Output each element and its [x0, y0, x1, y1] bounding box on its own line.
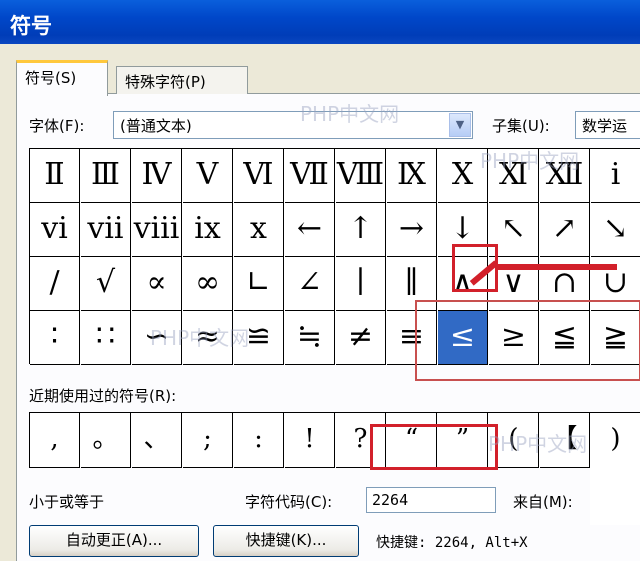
window-title-bar[interactable]: 符号 — [0, 0, 640, 44]
symbol-cell[interactable]: ∣ — [336, 257, 386, 311]
subset-dropdown[interactable]: 数学运 — [575, 111, 640, 139]
subset-dropdown-value: 数学运 — [582, 117, 628, 135]
watermark: PHP中文网 — [488, 432, 588, 456]
symbol-cell[interactable]: ∞ — [183, 257, 233, 311]
symbol-cell[interactable]: ⅶ — [81, 203, 131, 257]
tab-special-characters[interactable]: 特殊字符(P) — [116, 66, 248, 94]
from-label: 来自(M): — [513, 493, 573, 511]
recent-symbols-label: 近期使用过的符号(R): — [29, 387, 177, 405]
symbol-cell[interactable]: Ⅸ — [387, 149, 437, 203]
symbol-cell[interactable]: ⅰ — [591, 149, 640, 203]
font-dropdown-value: (普通文本) — [120, 117, 192, 135]
char-code-input[interactable]: 2264 — [366, 487, 496, 513]
recent-symbol-cell[interactable]: , — [30, 413, 80, 468]
symbol-cell[interactable]: Ⅴ — [183, 149, 233, 203]
symbol-cell[interactable]: √ — [81, 257, 131, 311]
symbol-cell[interactable]: ↗ — [540, 203, 590, 257]
font-dropdown[interactable]: (普通文本) ▼ — [113, 111, 473, 139]
symbol-cell[interactable]: Ⅶ — [285, 149, 335, 203]
symbol-cell[interactable]: ∝ — [132, 257, 182, 311]
symbol-cell[interactable]: ← — [285, 203, 335, 257]
symbol-cell[interactable]: ↑ — [336, 203, 386, 257]
watermark: PHP中文网 — [150, 326, 250, 350]
symbol-cell[interactable]: Ⅵ — [234, 149, 284, 203]
symbol-cell[interactable]: Ⅱ — [30, 149, 80, 203]
symbol-cell[interactable]: ∕ — [30, 257, 80, 311]
symbol-cell[interactable]: ↘ — [591, 203, 640, 257]
symbol-cell[interactable]: ⅹ — [234, 203, 284, 257]
annotation-box-quotes — [370, 424, 498, 470]
shortcut-info: 快捷键: 2264, Alt+X — [376, 535, 528, 551]
font-label: 字体(F): — [29, 117, 85, 135]
watermark: PHP中文网 — [480, 149, 580, 173]
annotation-arrow-line — [497, 264, 617, 270]
chevron-down-icon[interactable]: ▼ — [449, 113, 471, 137]
symbol-cell[interactable]: ∟ — [234, 257, 284, 311]
symbol-cell[interactable]: ≠ — [336, 311, 386, 365]
symbol-cell[interactable]: ∷ — [81, 311, 131, 365]
symbol-description: 小于或等于 — [29, 493, 105, 511]
shortcut-key-button[interactable]: 快捷键(K)... — [213, 525, 359, 557]
symbol-cell[interactable]: Ⅳ — [132, 149, 182, 203]
white-overlay — [590, 455, 640, 525]
subset-label: 子集(U): — [492, 117, 550, 135]
annotation-box-symbols — [415, 300, 640, 381]
symbol-cell[interactable]: ≒ — [285, 311, 335, 365]
symbol-cell[interactable]: ⅷ — [132, 203, 182, 257]
recent-symbol-cell[interactable]: ! — [285, 413, 335, 468]
symbol-cell[interactable]: Ⅲ — [81, 149, 131, 203]
window-title: 符号 — [10, 14, 52, 38]
symbol-cell[interactable]: Ⅷ — [336, 149, 386, 203]
symbol-cell[interactable]: ⅸ — [183, 203, 233, 257]
recent-symbol-cell[interactable]: : — [234, 413, 284, 468]
tab-symbols[interactable]: 符号(S) — [16, 60, 108, 96]
symbol-cell[interactable]: → — [387, 203, 437, 257]
recent-symbol-cell[interactable]: 。 — [81, 413, 131, 468]
recent-symbol-cell[interactable]: 、 — [132, 413, 182, 468]
autocorrect-button[interactable]: 自动更正(A)... — [29, 525, 199, 557]
symbol-cell[interactable]: ∶ — [30, 311, 80, 365]
watermark: PHP中文网 — [300, 102, 400, 126]
char-code-label: 字符代码(C): — [245, 493, 333, 511]
recent-symbol-cell[interactable]: ; — [183, 413, 233, 468]
symbol-cell[interactable]: ⅵ — [30, 203, 80, 257]
symbol-cell[interactable]: ∠ — [285, 257, 335, 311]
